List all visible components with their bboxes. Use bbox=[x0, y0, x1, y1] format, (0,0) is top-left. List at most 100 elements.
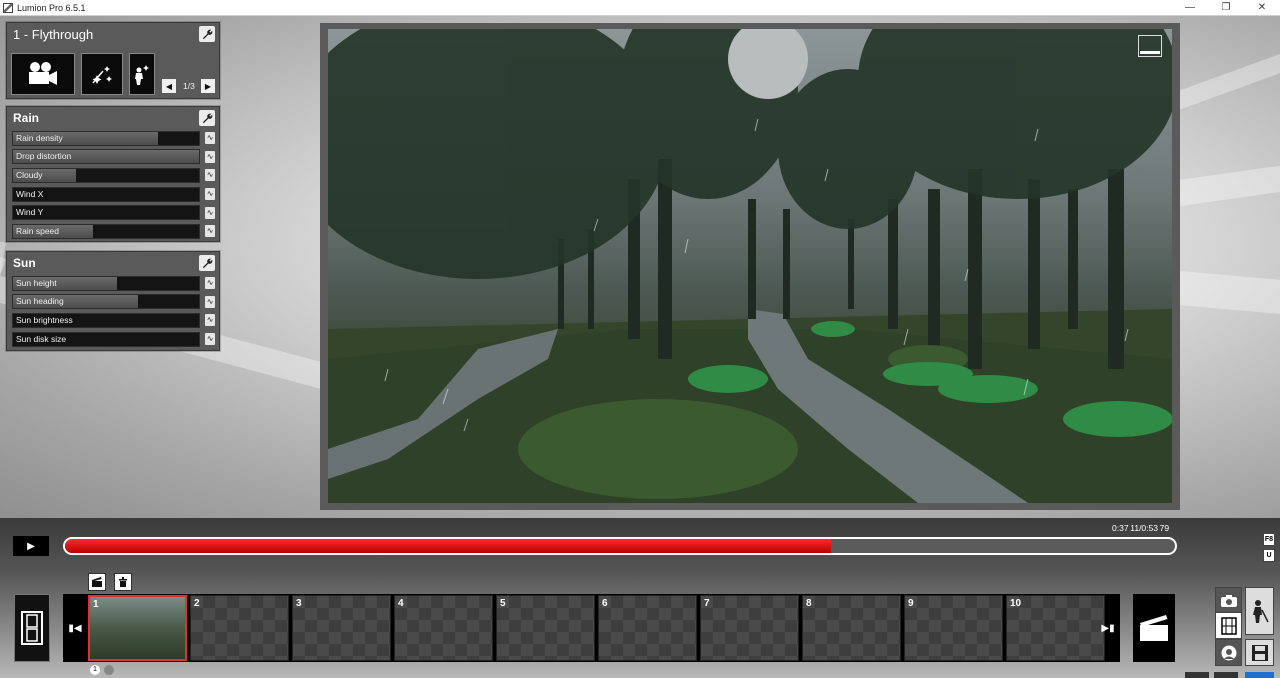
clip-slot[interactable]: 1 bbox=[88, 595, 187, 661]
maximize-button[interactable]: ❐ bbox=[1208, 0, 1244, 16]
wrench-icon[interactable] bbox=[199, 26, 215, 42]
wrench-icon[interactable] bbox=[199, 110, 215, 126]
effects-panel-title: 1 - Flythrough bbox=[13, 26, 94, 42]
bottom-button-2[interactable] bbox=[1214, 672, 1238, 678]
clip-number: 8 bbox=[806, 598, 812, 609]
film-mode-icon[interactable] bbox=[1215, 612, 1242, 639]
slider[interactable]: Rain speed bbox=[12, 223, 201, 239]
slider-label: Sun brightness bbox=[16, 314, 73, 325]
render-viewport[interactable] bbox=[320, 23, 1180, 510]
curve-icon[interactable]: ∿ bbox=[205, 188, 215, 201]
clip-slot[interactable]: 5 bbox=[496, 595, 595, 661]
slider[interactable]: Sun brightness bbox=[12, 312, 201, 328]
clip-slot[interactable]: 3 bbox=[292, 595, 391, 661]
magic-figure-icon[interactable] bbox=[129, 53, 155, 95]
curve-icon[interactable]: ∿ bbox=[205, 132, 215, 145]
slider-row: Sun height ∿ bbox=[7, 274, 219, 293]
play-button[interactable]: ▶ bbox=[13, 536, 49, 556]
close-button[interactable]: ✕ bbox=[1244, 0, 1280, 16]
slider-label: Sun height bbox=[16, 277, 57, 288]
minimize-button[interactable]: — bbox=[1172, 0, 1208, 16]
slider-label: Wind Y bbox=[16, 207, 44, 218]
strip-page-dot[interactable]: 1 bbox=[90, 665, 100, 675]
rain-panel-title: Rain bbox=[13, 111, 40, 125]
clip-number: 10 bbox=[1010, 598, 1022, 609]
curve-icon[interactable]: ∿ bbox=[205, 225, 215, 238]
curve-icon[interactable]: ∿ bbox=[205, 333, 215, 346]
curve-icon[interactable]: ∿ bbox=[205, 277, 215, 290]
slider[interactable]: Sun heading bbox=[12, 294, 201, 310]
movie-camera-icon[interactable] bbox=[11, 53, 75, 95]
slider-label: Drop distortion bbox=[16, 151, 72, 162]
panorama-icon[interactable] bbox=[1215, 639, 1242, 666]
strip-start-button[interactable]: ▮◀ bbox=[63, 594, 87, 662]
slider[interactable]: Cloudy bbox=[12, 167, 201, 183]
clip-slot[interactable]: 10 bbox=[1006, 595, 1105, 661]
wrench-icon[interactable] bbox=[199, 255, 215, 271]
title-bar: Lumion Pro 6.5.1 — ❐ ✕ bbox=[0, 0, 1280, 16]
clip-number: 5 bbox=[500, 598, 506, 609]
slider-label: Sun heading bbox=[16, 296, 64, 307]
window-title: Lumion Pro 6.5.1 bbox=[17, 2, 86, 13]
slider-row: Cloudy ∿ bbox=[7, 166, 219, 185]
rain-panel: Rain Rain density ∿ Drop distortion ∿ Cloudy… bbox=[6, 106, 220, 242]
slider-row: Wind X ∿ bbox=[7, 185, 219, 204]
clip-number: 6 bbox=[602, 598, 608, 609]
camera-icon[interactable] bbox=[1215, 587, 1242, 614]
clip-slot[interactable]: 8 bbox=[802, 595, 901, 661]
next-page-button[interactable]: ▶ bbox=[201, 79, 215, 93]
trash-icon[interactable] bbox=[114, 573, 132, 591]
slider[interactable]: Sun height bbox=[12, 275, 201, 291]
timecode: 0:37 11/0:53 79 bbox=[1112, 523, 1170, 533]
fullscreen-toggle-button[interactable] bbox=[1138, 35, 1162, 57]
bottom-button-3[interactable] bbox=[1245, 672, 1274, 678]
clapperboard-icon[interactable] bbox=[1133, 594, 1175, 662]
sparkle-effect-icon[interactable] bbox=[81, 53, 123, 95]
clapper-small-icon[interactable] bbox=[88, 573, 106, 591]
clip-number: 2 bbox=[194, 598, 200, 609]
sweeper-figure-icon[interactable] bbox=[1245, 587, 1274, 635]
clip-slot[interactable]: 4 bbox=[394, 595, 493, 661]
slider-label: Rain speed bbox=[16, 225, 60, 236]
u-key-button[interactable]: U bbox=[1263, 549, 1275, 562]
slider[interactable]: Sun disk size bbox=[12, 331, 201, 347]
slider[interactable]: Rain density bbox=[12, 130, 201, 146]
slider[interactable]: Wind X bbox=[12, 186, 201, 202]
slider[interactable]: Drop distortion bbox=[12, 149, 201, 165]
sun-panel: Sun Sun height ∿ Sun heading ∿ Sun brightnes… bbox=[6, 251, 220, 351]
film-strip-icon[interactable] bbox=[14, 594, 50, 662]
slider-row: Wind Y ∿ bbox=[7, 203, 219, 222]
clip-number: 9 bbox=[908, 598, 914, 609]
slider-row: Sun heading ∿ bbox=[7, 293, 219, 312]
strip-page-dot-2[interactable] bbox=[104, 665, 114, 675]
previous-page-button[interactable]: ◀ bbox=[162, 79, 176, 93]
slider-label: Rain density bbox=[16, 132, 63, 143]
bottom-button-1[interactable] bbox=[1185, 672, 1209, 678]
clip-slot[interactable]: 2 bbox=[190, 595, 289, 661]
app-icon bbox=[3, 2, 13, 13]
curve-icon[interactable]: ∿ bbox=[205, 314, 215, 327]
clip-slot[interactable]: 9 bbox=[904, 595, 1003, 661]
clip-slot[interactable]: 6 bbox=[598, 595, 697, 661]
curve-icon[interactable]: ∿ bbox=[205, 295, 215, 308]
slider-label: Cloudy bbox=[16, 169, 43, 180]
progress-bar[interactable] bbox=[63, 537, 1177, 555]
slider-label: Wind X bbox=[16, 188, 44, 199]
strip-end-button[interactable]: ▶▮ bbox=[1096, 594, 1120, 662]
progress-fill bbox=[65, 539, 831, 553]
slider-row: Sun disk size ∿ bbox=[7, 330, 219, 349]
slider-row: Rain density ∿ bbox=[7, 129, 219, 148]
curve-icon[interactable]: ∿ bbox=[205, 206, 215, 219]
clip-number: 4 bbox=[398, 598, 404, 609]
slider-label: Sun disk size bbox=[16, 333, 67, 344]
clip-number: 3 bbox=[296, 598, 302, 609]
save-icon[interactable] bbox=[1245, 639, 1274, 666]
curve-icon[interactable]: ∿ bbox=[205, 169, 215, 182]
f8-key-button[interactable]: F8 bbox=[1263, 533, 1275, 546]
forest-scene-preview bbox=[328, 29, 1172, 503]
slider-row: Sun brightness ∿ bbox=[7, 311, 219, 330]
sun-panel-title: Sun bbox=[13, 256, 36, 270]
curve-icon[interactable]: ∿ bbox=[205, 150, 215, 163]
slider[interactable]: Wind Y bbox=[12, 205, 201, 221]
clip-slot[interactable]: 7 bbox=[700, 595, 799, 661]
